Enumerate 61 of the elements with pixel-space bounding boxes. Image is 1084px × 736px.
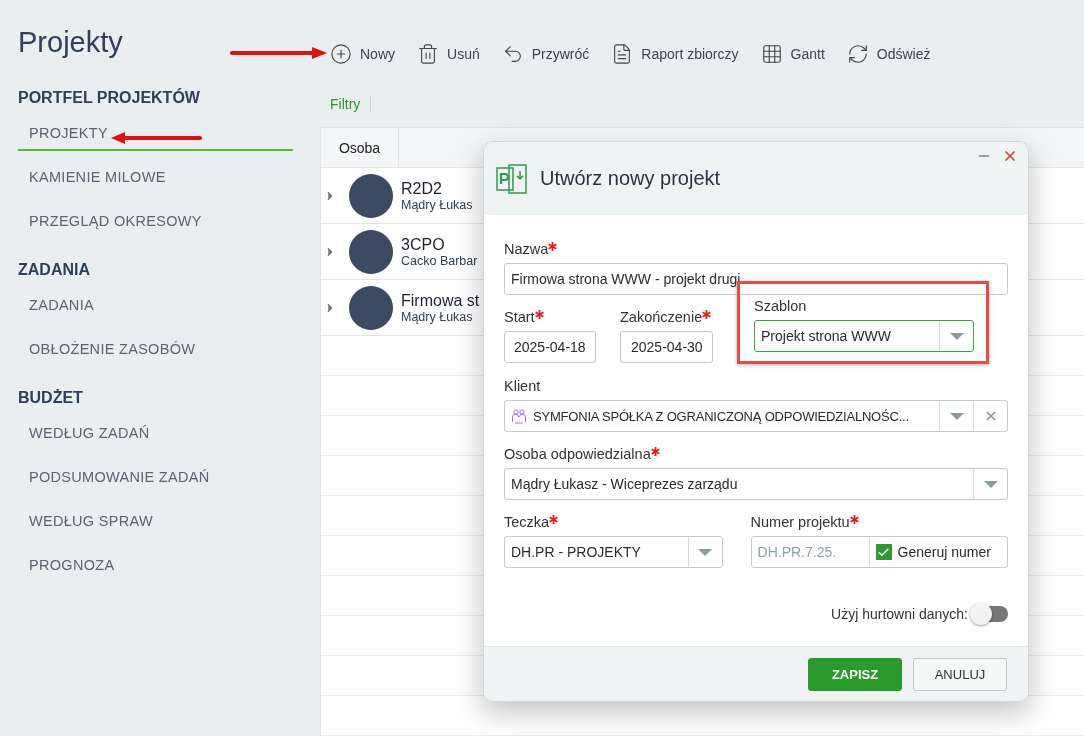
- save-button[interactable]: ZAPISZ: [808, 657, 902, 691]
- section-heading: ZADANIA: [18, 261, 90, 279]
- caret-icon: [949, 412, 964, 420]
- checkmark-icon: [877, 545, 891, 559]
- select-field[interactable]: SYMFONIA SPÓŁKA Z OGRANICZONĄ ODPOWIEDZIALNOŚC...: [504, 400, 1008, 432]
- column-header: Osoba: [321, 128, 399, 167]
- field-label: Osoba odpowiedzialna: [504, 446, 1008, 462]
- nav-item[interactable]: OBŁOŻENIE ZASOBÓW: [18, 335, 293, 367]
- grid-icon: [760, 43, 783, 65]
- trash-icon: [417, 43, 439, 65]
- close-icon[interactable]: [1002, 148, 1018, 164]
- toolbar-button[interactable]: Raport zbiorczy: [611, 40, 739, 68]
- nav-item[interactable]: WEDŁUG SPRAW: [18, 507, 293, 539]
- nav-item[interactable]: PRZEGLĄD OKRESOWY: [18, 207, 293, 239]
- refresh-icon: [846, 43, 869, 65]
- caret-icon: [949, 332, 964, 340]
- section-heading: PORTFEL PROJEKTÓW: [18, 89, 200, 107]
- field-label: Start: [504, 309, 596, 325]
- cancel-button[interactable]: ANULUJ: [913, 657, 1007, 691]
- field-label: Teczka: [504, 514, 723, 530]
- toolbar-button[interactable]: Gantt: [760, 40, 825, 68]
- project-app-icon: [496, 162, 528, 195]
- avatar-placeholder: [349, 285, 393, 330]
- row-subtitle: Mądry Łukas: [401, 197, 473, 212]
- row-title: R2D2: [401, 179, 443, 198]
- avatar-placeholder: [349, 173, 393, 218]
- section-heading: BUDŻET: [18, 389, 83, 407]
- caret-icon: [698, 548, 713, 556]
- row-title: 3CPO: [401, 235, 446, 254]
- row-subtitle: Mądry Łukas: [401, 309, 474, 324]
- field-label: Zakończenie: [620, 309, 713, 325]
- date-field[interactable]: 2025-04-30: [620, 331, 713, 363]
- select-field[interactable]: Projekt strona WWW: [754, 320, 974, 352]
- row-title: Firmowa st: [401, 291, 480, 310]
- row-subtitle: Cacko Barbar: [401, 253, 478, 268]
- date-field[interactable]: 2025-04-18: [504, 331, 596, 363]
- toolbar-button[interactable]: Nowy: [330, 40, 395, 68]
- toolbar-button[interactable]: Usuń: [417, 40, 480, 68]
- input-field[interactable]: Firmowa strona WWW - projekt drugi: [504, 263, 1008, 295]
- nav-item[interactable]: PODSUMOWANIE ZADAŃ: [18, 463, 293, 495]
- page-title: Projekty: [18, 26, 123, 59]
- dialog-title: Utwórz nowy projekt: [540, 167, 721, 190]
- toggle-switch[interactable]: [972, 606, 1008, 622]
- caret-icon: [983, 480, 998, 488]
- field-label: Szablon: [754, 298, 808, 314]
- select-field[interactable]: Mądry Łukasz - Wiceprezes zarządu: [504, 468, 1008, 500]
- nav-item[interactable]: ZADANIA: [18, 291, 293, 323]
- select-field[interactable]: DH.PR - PROJEKTY: [504, 536, 723, 568]
- toggle-label: Użyj hurtowni danych:: [831, 606, 968, 622]
- nav-item[interactable]: WEDŁUG ZADAŃ: [18, 419, 293, 451]
- field-label: Nazwa: [504, 241, 1008, 257]
- toolbar-button[interactable]: Przywróć: [501, 40, 590, 68]
- plus-circle-icon: [330, 43, 352, 65]
- avatar-placeholder: [349, 229, 393, 274]
- field-label: Numer projektu: [750, 514, 1008, 530]
- generate-checkbox[interactable]: Generuj numer: [869, 537, 1007, 567]
- field-label: Klient: [504, 378, 542, 394]
- nav-item[interactable]: KAMIENIE MILOWE: [18, 163, 293, 195]
- people-icon: [511, 408, 527, 424]
- nav-item[interactable]: PROGNOZA: [18, 551, 293, 583]
- toolbar-button[interactable]: Odśwież: [846, 40, 931, 68]
